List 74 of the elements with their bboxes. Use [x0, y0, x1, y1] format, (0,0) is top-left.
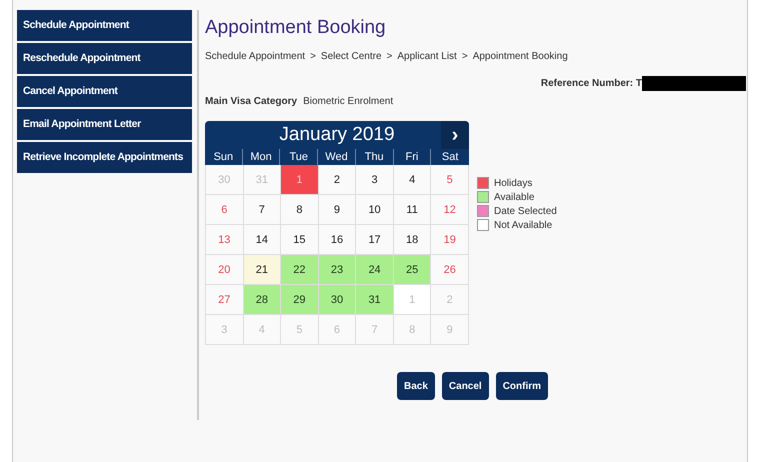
day-cell: 4 [244, 315, 282, 345]
day-cell: 20 [206, 255, 244, 285]
breadcrumb-item: Select Centre [320, 51, 382, 62]
day-cell[interactable]: 28 [244, 285, 282, 315]
day-cell: 8 [281, 195, 319, 225]
day-cell: 9 [318, 195, 356, 225]
day-cell: 11 [394, 195, 432, 225]
day-cell: 19 [431, 225, 469, 255]
weekday-header: Tue [280, 149, 318, 165]
breadcrumb-separator: > [310, 51, 316, 62]
day-cell: 9 [431, 315, 469, 345]
legend-label: Available [494, 192, 534, 202]
day-cell[interactable]: 23 [318, 255, 356, 285]
legend-label: Holidays [494, 178, 532, 188]
sidebar-item[interactable]: Email Appointment Letter [17, 109, 192, 140]
day-cell: 2 [318, 165, 356, 195]
visa-category-value: Biometric Enrolment [303, 96, 394, 107]
legend-label: Not Available [494, 220, 552, 230]
day-cell: 30 [206, 165, 244, 195]
day-cell: 12 [431, 195, 469, 225]
action-button[interactable]: Confirm [496, 372, 548, 400]
day-cell: 16 [318, 225, 356, 255]
day-cell: 6 [318, 315, 356, 345]
day-cell: 13 [206, 225, 244, 255]
weekday-header: Fri [394, 149, 432, 165]
visa-category-label: Main Visa Category [205, 96, 298, 107]
sidebar-item[interactable]: Reschedule Appointment [17, 43, 192, 74]
day-cell: 6 [206, 195, 244, 225]
breadcrumb-item: Applicant List [397, 51, 457, 62]
day-cell[interactable]: 24 [356, 255, 394, 285]
day-cell[interactable]: 30 [318, 285, 356, 315]
day-cell: 3 [356, 165, 394, 195]
day-cell: 7 [356, 315, 394, 345]
day-cell: 4 [394, 165, 432, 195]
day-cell: 10 [356, 195, 394, 225]
day-cell: 3 [206, 315, 244, 345]
weekday-header: Sat [431, 149, 469, 165]
next-month-button[interactable]: › [441, 121, 469, 149]
day-cell: 1 [281, 165, 319, 195]
day-cell[interactable]: 25 [394, 255, 432, 285]
day-cell: 27 [206, 285, 244, 315]
sidebar-item[interactable]: Schedule Appointment [17, 10, 192, 41]
day-cell[interactable]: 31 [356, 285, 394, 315]
day-cell: 15 [281, 225, 319, 255]
day-cell: 14 [244, 225, 282, 255]
day-cell: 21 [244, 255, 282, 285]
day-cell: 2 [431, 285, 469, 315]
reference-label: Reference Number: T [540, 78, 642, 89]
action-button[interactable]: Cancel [442, 372, 489, 400]
breadcrumb-item: Appointment Booking [472, 51, 568, 62]
day-cell: 1 [394, 285, 432, 315]
weekday-header: Sun [205, 149, 243, 165]
day-cell: 17 [356, 225, 394, 255]
page-title: Appointment Booking [205, 17, 387, 39]
breadcrumb-separator: > [462, 51, 468, 62]
breadcrumb-item: Schedule Appointment [205, 51, 306, 62]
day-cell: 26 [431, 255, 469, 285]
day-cell: 8 [394, 315, 432, 345]
weekday-header: Mon [242, 149, 280, 165]
sidebar-item[interactable]: Cancel Appointment [17, 76, 192, 107]
breadcrumb-separator: > [386, 51, 392, 62]
day-cell: 5 [431, 165, 469, 195]
weekday-header: Wed [318, 149, 356, 165]
day-cell: 18 [394, 225, 432, 255]
weekday-header: Thu [356, 149, 394, 165]
day-cell: 7 [244, 195, 282, 225]
day-cell: 31 [244, 165, 282, 195]
day-cell[interactable]: 29 [281, 285, 319, 315]
day-cell: 5 [281, 315, 319, 345]
day-cell[interactable]: 22 [281, 255, 319, 285]
legend-label: Date Selected [494, 206, 557, 216]
month-title: January 2019 [279, 124, 395, 146]
sidebar-item[interactable]: Retrieve Incomplete Appointments [17, 142, 192, 173]
action-button[interactable]: Back [397, 372, 435, 400]
